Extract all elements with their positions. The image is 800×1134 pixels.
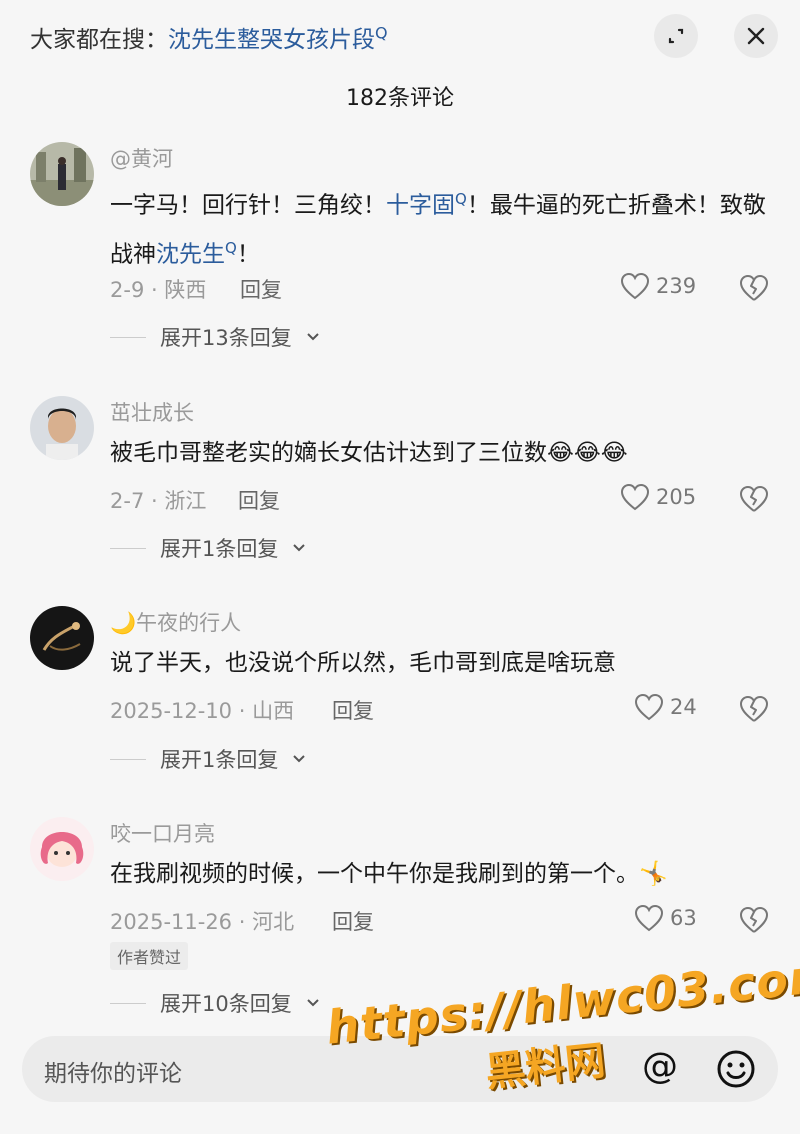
dislike-button[interactable]: [738, 273, 770, 303]
like-button[interactable]: 205: [620, 483, 696, 511]
avatar[interactable]: [30, 817, 94, 881]
comment-input-bar[interactable]: 期待你的评论 @: [22, 1036, 778, 1102]
comment-input[interactable]: 期待你的评论: [44, 1054, 182, 1088]
expand-icon: [668, 28, 684, 44]
comment-meta: 2-7 · 浙江: [110, 489, 207, 513]
search-marker-icon: Q: [375, 23, 388, 43]
comment-text-part: ！: [236, 241, 260, 268]
author-liked-badge: 作者赞过: [110, 942, 189, 970]
heart-icon: [634, 904, 664, 932]
reply-button[interactable]: 回复: [332, 695, 374, 725]
smile-icon: [717, 1050, 755, 1088]
comment-text: 在我刷视频的时候，一个中午你是我刷到的第一个。🤸: [110, 861, 668, 887]
close-icon: [747, 27, 765, 45]
search-marker-icon: Q: [455, 190, 467, 208]
broken-heart-icon: [740, 486, 768, 512]
like-button[interactable]: 63: [634, 904, 697, 932]
like-count: 24: [670, 695, 697, 719]
broken-heart-icon: [740, 907, 768, 933]
like-button[interactable]: 239: [620, 272, 696, 300]
broken-heart-icon: [740, 275, 768, 301]
comment-meta: 2025-11-26 · 河北: [110, 910, 295, 934]
dislike-button[interactable]: [738, 694, 770, 724]
like-count: 239: [656, 274, 697, 298]
chevron-down-icon: [293, 755, 306, 763]
search-marker-icon: Q: [225, 238, 237, 257]
close-button[interactable]: [734, 14, 778, 58]
expand-replies-label: 展开1条回复: [160, 537, 279, 561]
comment-text: 一字马！回行针！三角绞！十字固Q！最牛逼的死亡折叠术！致敬战神沈先生Q！: [110, 178, 775, 275]
expand-replies[interactable]: 展开1条回复: [110, 533, 306, 563]
comment-text: 说了半天，也没说个所以然，毛巾哥到底是啥玩意: [110, 650, 616, 676]
comment-count: 182条评论: [346, 86, 454, 111]
heart-icon: [634, 693, 664, 721]
avatar[interactable]: [30, 396, 94, 460]
username[interactable]: @黄河: [110, 143, 173, 173]
expand-replies[interactable]: 展开10条回复: [110, 988, 320, 1018]
reply-button[interactable]: 回复: [238, 485, 280, 515]
search-suggestion[interactable]: 大家都在搜：沈先生整哭女孩片段Q: [30, 20, 388, 54]
expand-replies-label: 展开13条回复: [160, 326, 292, 350]
dislike-button[interactable]: [738, 905, 770, 935]
keyword-link[interactable]: 沈先生: [156, 241, 225, 267]
divider: [110, 547, 146, 549]
broken-heart-icon: [740, 696, 768, 722]
username[interactable]: 咬一口月亮: [110, 818, 215, 848]
search-suggestion-keyword[interactable]: 沈先生整哭女孩片段: [168, 27, 375, 53]
like-count: 63: [670, 906, 697, 930]
expand-replies[interactable]: 展开13条回复: [110, 322, 320, 352]
top-bar: 大家都在搜：沈先生整哭女孩片段Q: [0, 0, 800, 72]
expand-button[interactable]: [654, 14, 698, 58]
divider: [110, 1002, 146, 1004]
comment-meta: 2-9 · 陕西: [110, 278, 207, 302]
expand-replies-label: 展开10条回复: [160, 992, 292, 1016]
heart-icon: [620, 272, 650, 300]
search-suggestion-prefix: 大家都在搜：: [30, 27, 168, 53]
keyword-link[interactable]: 十字固: [386, 193, 455, 219]
like-button[interactable]: 24: [634, 693, 697, 721]
username[interactable]: 茁壮成长: [110, 397, 194, 427]
avatar[interactable]: [30, 142, 94, 206]
reply-button[interactable]: 回复: [332, 906, 374, 936]
divider: [110, 758, 146, 760]
comment-text-part: 一字马！回行针！三角绞！: [110, 192, 386, 219]
like-count: 205: [656, 485, 697, 509]
comment-text: 被毛巾哥整老实的嫡长女估计达到了三位数😂😂😂: [110, 440, 628, 466]
heart-icon: [620, 483, 650, 511]
avatar[interactable]: [30, 606, 94, 670]
chevron-down-icon: [307, 333, 319, 341]
chevron-down-icon: [307, 999, 319, 1007]
expand-replies[interactable]: 展开1条回复: [110, 744, 306, 774]
emoji-button[interactable]: [716, 1049, 756, 1093]
dislike-button[interactable]: [738, 484, 770, 514]
mention-button[interactable]: @: [642, 1046, 678, 1087]
chevron-down-icon: [293, 544, 306, 552]
comment-meta: 2025-12-10 · 山西: [110, 699, 295, 723]
divider: [110, 336, 146, 338]
reply-button[interactable]: 回复: [240, 274, 282, 304]
username[interactable]: 🌙午夜的行人: [110, 607, 241, 637]
expand-replies-label: 展开1条回复: [160, 748, 279, 772]
